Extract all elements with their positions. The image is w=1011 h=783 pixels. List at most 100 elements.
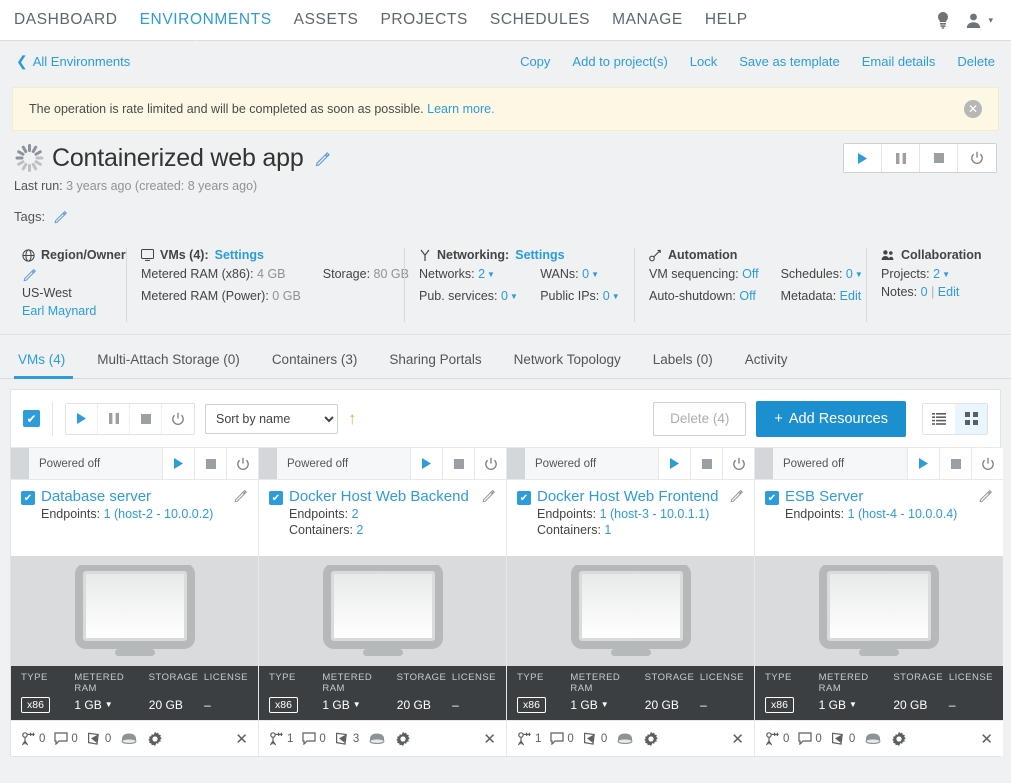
- vm-power-button[interactable]: [722, 448, 754, 479]
- vm-power-button[interactable]: [971, 448, 1003, 479]
- pause-button[interactable]: [882, 144, 920, 172]
- gear-icon[interactable]: [395, 731, 411, 747]
- tab-vms--4-[interactable]: VMs (4): [14, 352, 81, 379]
- vm-console-thumbnail[interactable]: [507, 556, 754, 666]
- storage-disk-icon[interactable]: [368, 732, 386, 745]
- breadcrumb-back-link[interactable]: ❮ All Environments: [16, 53, 130, 70]
- remote-access-icon[interactable]: 0: [21, 731, 45, 746]
- pub-services-dropdown[interactable]: 0 ▼: [501, 289, 518, 303]
- select-all-checkbox[interactable]: ✔: [23, 410, 40, 427]
- breadcrumb-action-saveastemplate[interactable]: Save as template: [739, 54, 839, 69]
- labels-icon[interactable]: 0: [831, 732, 855, 746]
- containers-value[interactable]: 1: [604, 523, 611, 537]
- vm-start-button[interactable]: [658, 448, 690, 479]
- gear-icon[interactable]: [643, 731, 659, 747]
- vms-settings-link[interactable]: Settings: [215, 248, 264, 262]
- networking-settings-link[interactable]: Settings: [515, 248, 564, 262]
- remove-vm-close-icon[interactable]: ✕: [483, 730, 496, 748]
- tab-sharing-portals[interactable]: Sharing Portals: [373, 352, 497, 378]
- projects-dropdown[interactable]: 2 ▼: [933, 267, 950, 281]
- user-icon[interactable]: [965, 12, 982, 29]
- edit-tags-pencil-icon[interactable]: [53, 209, 68, 224]
- vm-rename-pencil-icon[interactable]: [233, 488, 248, 503]
- breadcrumb-action-emaildetails[interactable]: Email details: [862, 54, 936, 69]
- vm-stop-button[interactable]: [690, 448, 722, 479]
- vm-console-thumbnail[interactable]: [755, 556, 1003, 666]
- comments-icon[interactable]: 0: [302, 732, 326, 745]
- vm-ram-dropdown[interactable]: 1 GB ▼: [74, 698, 112, 712]
- vm-ram-dropdown[interactable]: 1 GB ▼: [570, 698, 608, 712]
- tab-labels--0-[interactable]: Labels (0): [637, 352, 729, 378]
- storage-disk-icon[interactable]: [864, 732, 882, 745]
- rename-environment-pencil-icon[interactable]: [314, 150, 331, 167]
- metadata-edit-link[interactable]: Edit: [840, 289, 862, 303]
- breadcrumb-action-addtoprojects[interactable]: Add to project(s): [572, 54, 667, 69]
- storage-disk-icon[interactable]: [120, 732, 138, 745]
- remote-access-icon[interactable]: 1: [269, 731, 293, 746]
- close-icon[interactable]: ✕: [964, 100, 982, 118]
- alert-learn-more-link[interactable]: Learn more.: [427, 102, 494, 116]
- containers-value[interactable]: 2: [356, 523, 363, 537]
- arrow-up-icon[interactable]: ↑: [348, 409, 357, 429]
- vm-ram-dropdown[interactable]: 1 GB ▼: [322, 698, 360, 712]
- stop-button[interactable]: [920, 144, 958, 172]
- vm-start-button[interactable]: [907, 448, 939, 479]
- schedules-dropdown[interactable]: 0 ▼: [846, 267, 863, 281]
- nav-item-help[interactable]: HELP: [705, 11, 748, 29]
- labels-icon[interactable]: 3: [335, 732, 359, 746]
- start-button[interactable]: [844, 144, 882, 172]
- vm-checkbox[interactable]: ✔: [269, 491, 283, 505]
- vm-sequencing-value[interactable]: Off: [742, 267, 758, 281]
- breadcrumb-action-copy[interactable]: Copy: [520, 54, 550, 69]
- vm-name-link[interactable]: ESB Server: [785, 488, 974, 505]
- endpoints-value[interactable]: 2: [352, 507, 359, 521]
- wans-dropdown[interactable]: 0 ▼: [582, 267, 599, 281]
- power-button[interactable]: [958, 144, 996, 172]
- vm-name-link[interactable]: Docker Host Web Backend: [289, 488, 477, 505]
- region-edit-pencil-icon[interactable]: [22, 267, 112, 282]
- vm-start-button[interactable]: [410, 448, 442, 479]
- tab-containers--3-[interactable]: Containers (3): [256, 352, 374, 378]
- breadcrumb-action-delete[interactable]: Delete: [957, 54, 995, 69]
- tab-network-topology[interactable]: Network Topology: [498, 352, 637, 378]
- vm-stop-button[interactable]: [194, 448, 226, 479]
- user-menu-caret-icon[interactable]: ▾: [988, 15, 993, 26]
- vm-stop-button[interactable]: [939, 448, 971, 479]
- nav-item-manage[interactable]: MANAGE: [612, 11, 683, 29]
- remove-vm-close-icon[interactable]: ✕: [731, 730, 744, 748]
- vm-rename-pencil-icon[interactable]: [729, 488, 744, 503]
- vm-start-button[interactable]: [162, 448, 194, 479]
- endpoints-value[interactable]: 1 (host-4 - 10.0.0.4): [848, 507, 958, 521]
- grid-view-icon[interactable]: [955, 403, 987, 434]
- nav-item-assets[interactable]: ASSETS: [294, 11, 359, 29]
- gear-icon[interactable]: [891, 731, 907, 747]
- comments-icon[interactable]: 0: [798, 732, 822, 745]
- nav-item-dashboard[interactable]: DASHBOARD: [14, 11, 118, 29]
- vm-power-button[interactable]: [226, 448, 258, 479]
- vm-stop-button[interactable]: [442, 448, 474, 479]
- stop-all-button[interactable]: [130, 403, 162, 434]
- nav-item-projects[interactable]: PROJECTS: [380, 11, 467, 29]
- vm-rename-pencil-icon[interactable]: [978, 488, 993, 503]
- vm-name-link[interactable]: Database server: [41, 488, 229, 505]
- public-ips-dropdown[interactable]: 0 ▼: [603, 289, 620, 303]
- labels-icon[interactable]: 0: [583, 732, 607, 746]
- notes-edit-link[interactable]: Edit: [938, 285, 960, 299]
- pause-all-button[interactable]: [98, 403, 130, 434]
- breadcrumb-action-lock[interactable]: Lock: [690, 54, 717, 69]
- owner-link[interactable]: Earl Maynard: [22, 304, 96, 318]
- tab-multi-attach-storage--0-[interactable]: Multi-Attach Storage (0): [81, 352, 256, 378]
- vm-power-button[interactable]: [474, 448, 506, 479]
- vm-rename-pencil-icon[interactable]: [481, 488, 496, 503]
- networks-dropdown[interactable]: 2 ▼: [478, 267, 495, 281]
- vm-checkbox[interactable]: ✔: [517, 491, 531, 505]
- nav-item-environments[interactable]: ENVIRONMENTS: [140, 11, 272, 29]
- storage-disk-icon[interactable]: [616, 732, 634, 745]
- notes-count[interactable]: 0: [921, 285, 928, 299]
- remove-vm-close-icon[interactable]: ✕: [235, 730, 248, 748]
- vm-ram-dropdown[interactable]: 1 GB ▼: [819, 698, 857, 712]
- vm-checkbox[interactable]: ✔: [765, 491, 779, 505]
- endpoints-value[interactable]: 1 (host-3 - 10.0.1.1): [600, 507, 710, 521]
- nav-item-schedules[interactable]: SCHEDULES: [490, 11, 590, 29]
- remove-vm-close-icon[interactable]: ✕: [980, 730, 993, 748]
